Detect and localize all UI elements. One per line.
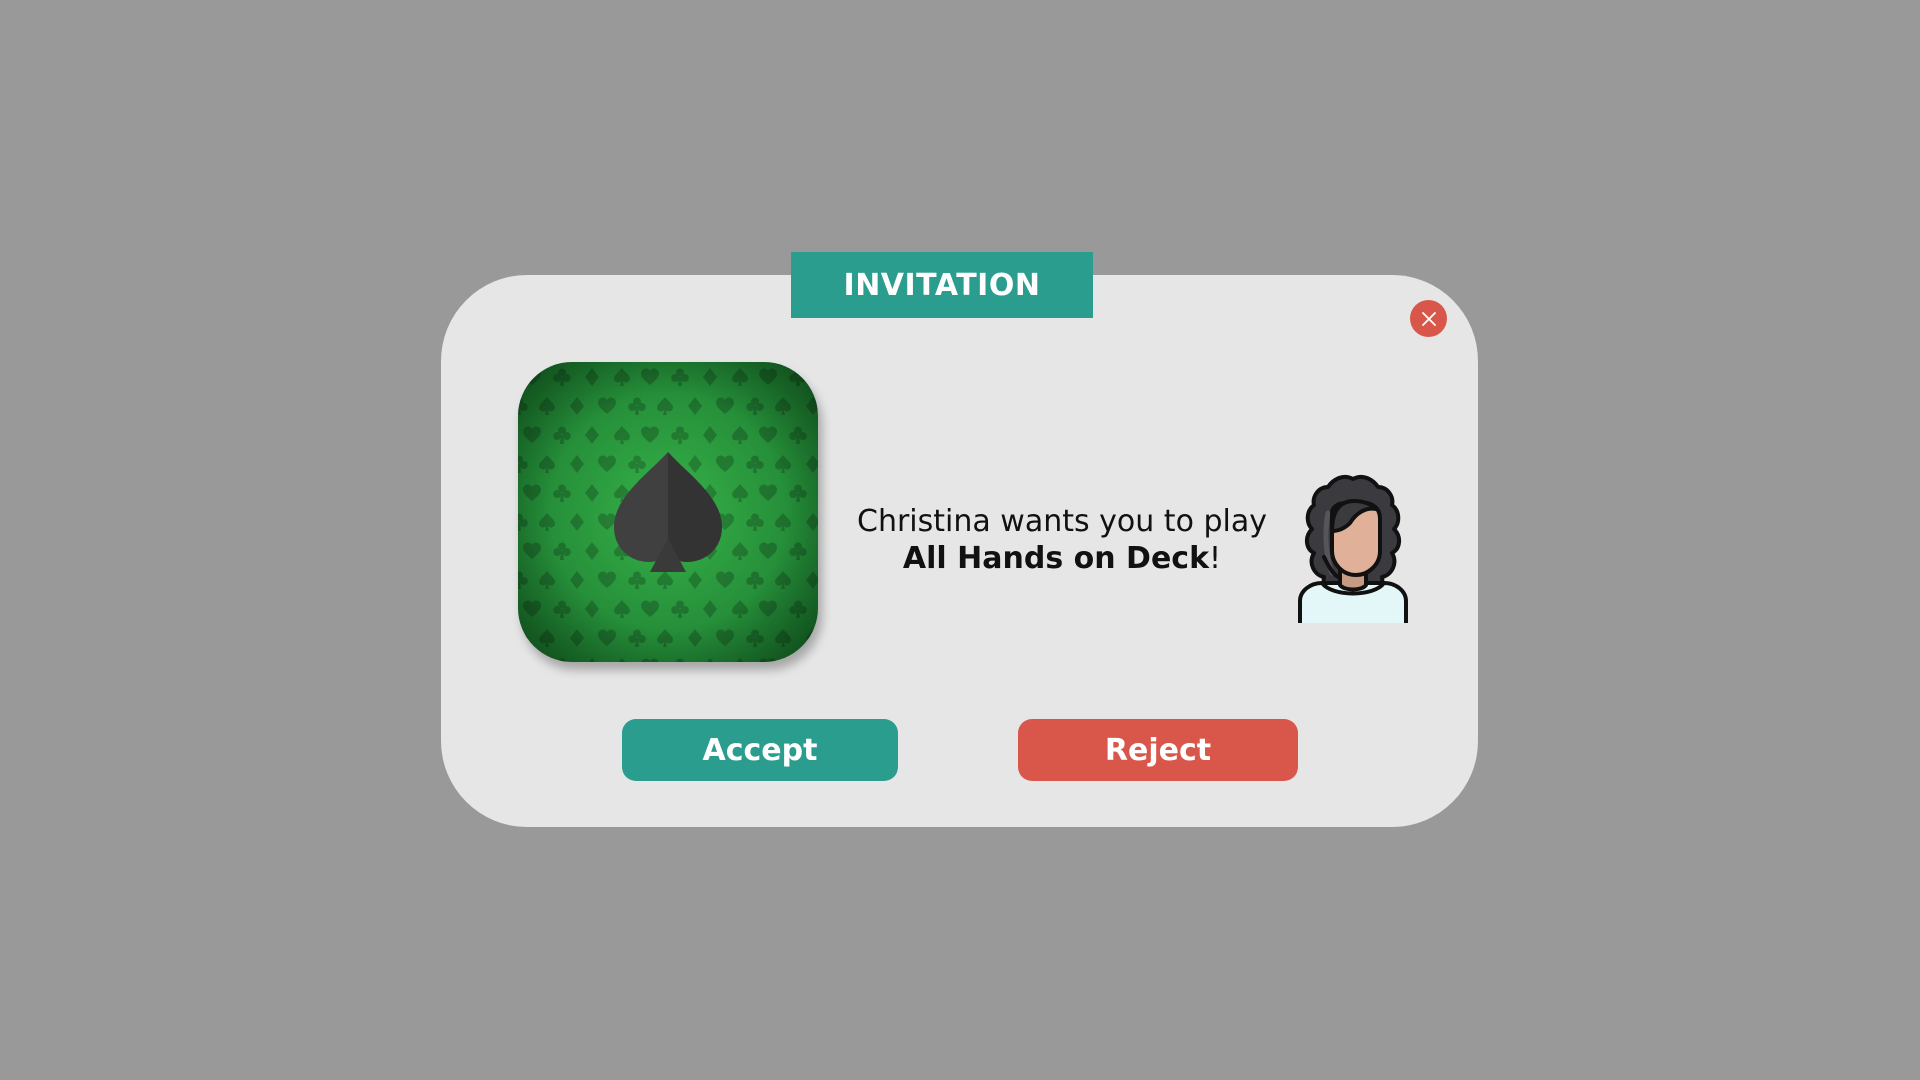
reject-button[interactable]: Reject [1018, 719, 1298, 781]
dialog-title: INVITATION [791, 252, 1093, 318]
accept-button-label: Accept [702, 732, 818, 768]
dialog-title-text: INVITATION [843, 267, 1041, 303]
message-punctuation: ! [1209, 541, 1222, 576]
game-icon [518, 362, 818, 662]
woman-avatar-icon [1292, 473, 1414, 625]
close-x-icon [1421, 311, 1436, 326]
message-line1: Christina wants you to play [857, 504, 1267, 539]
invitation-message: Christina wants you to play All Hands on… [832, 503, 1292, 577]
accept-button[interactable]: Accept [622, 719, 898, 781]
message-line2: All Hands on Deck! [832, 540, 1292, 577]
game-name: All Hands on Deck [902, 541, 1210, 576]
close-button[interactable] [1410, 300, 1447, 337]
reject-button-label: Reject [1104, 732, 1212, 768]
